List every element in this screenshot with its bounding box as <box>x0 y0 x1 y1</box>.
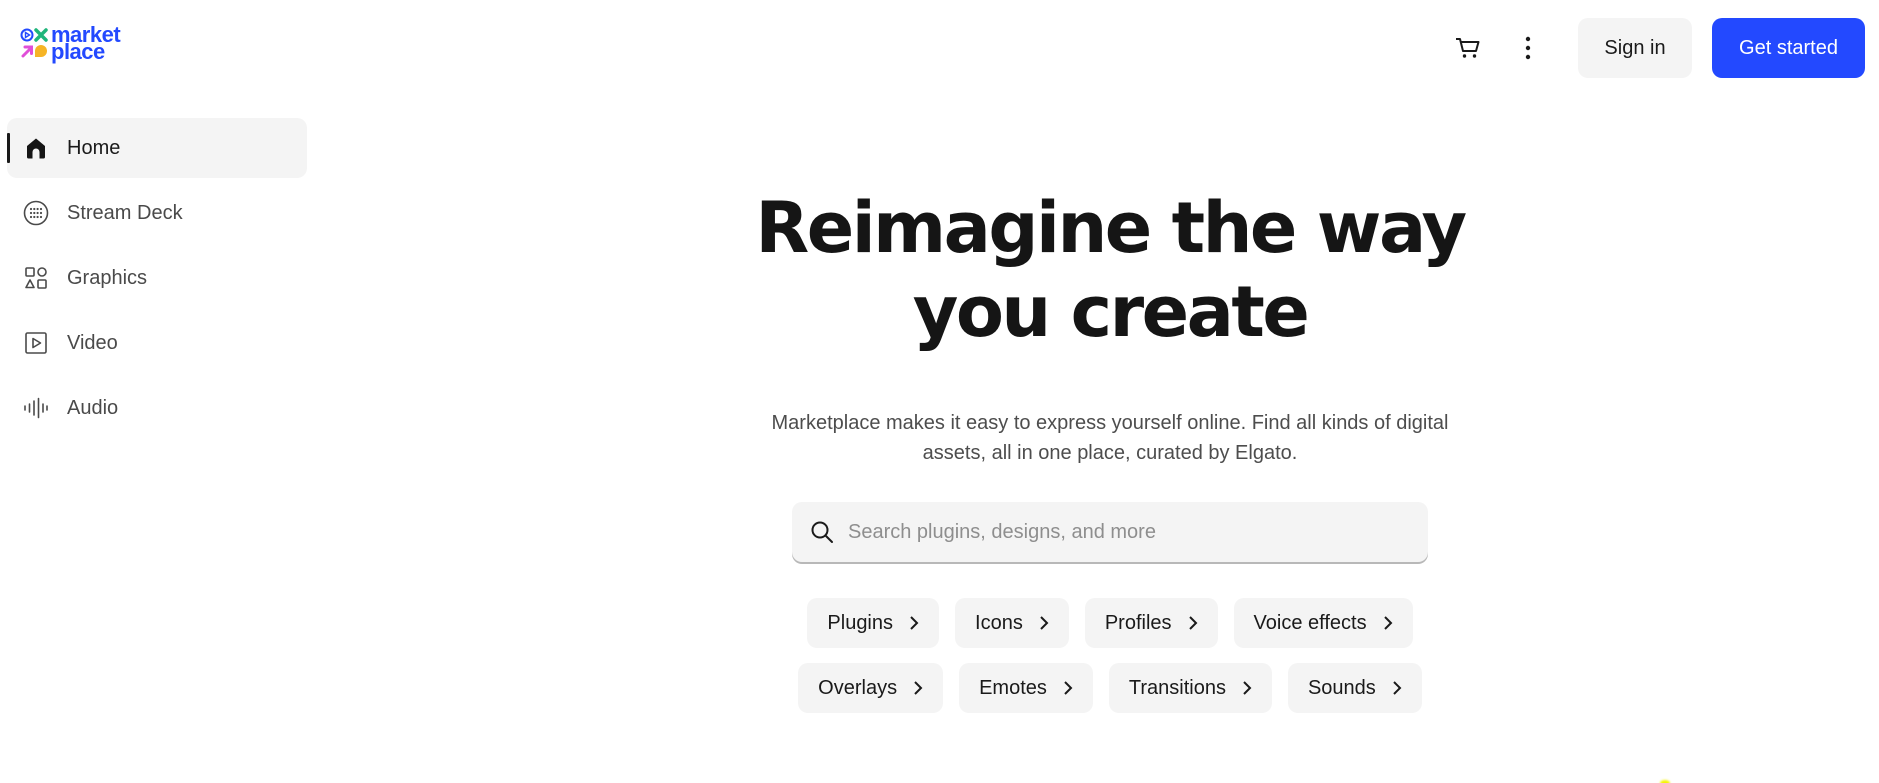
hero-title: Reimagine the way you create <box>700 186 1520 354</box>
category-chip-plugins[interactable]: Plugins <box>807 598 940 648</box>
sidebar-item-graphics[interactable]: Graphics <box>7 248 307 308</box>
chevron-right-icon <box>1063 680 1073 696</box>
chip-label: Overlays <box>818 676 898 699</box>
category-chip-profiles[interactable]: Profiles <box>1084 598 1218 648</box>
category-chips: Plugins Icons Profiles Voice effects Ove… <box>700 598 1520 713</box>
get-started-button[interactable]: Get started <box>1712 18 1865 78</box>
chevron-right-icon <box>913 680 923 696</box>
sidebar-item-video[interactable]: Video <box>7 313 307 373</box>
hero-section: Reimagine the way you create Marketplace… <box>700 186 1520 713</box>
cart-button[interactable] <box>1438 18 1498 78</box>
waveform-icon <box>23 395 49 421</box>
sign-in-button[interactable]: Sign in <box>1578 18 1692 78</box>
sidebar-item-stream-deck[interactable]: Stream Deck <box>7 183 307 243</box>
logo-mark-icon <box>20 27 48 59</box>
sidebar-nav: Home Stream Deck Graphics Video Audio <box>7 118 307 443</box>
chevron-right-icon <box>909 615 919 631</box>
marketplace-logo[interactable]: market place <box>20 24 121 64</box>
sidebar-item-label: Home <box>67 136 121 159</box>
play-icon <box>23 330 49 356</box>
category-chip-transitions[interactable]: Transitions <box>1108 663 1272 713</box>
chevron-right-icon <box>1039 615 1049 631</box>
sidebar-item-label: Audio <box>67 396 119 419</box>
category-chip-emotes[interactable]: Emotes <box>959 663 1093 713</box>
chip-label: Plugins <box>827 611 894 634</box>
category-row-2: Overlays Emotes Transitions Sounds <box>798 663 1422 713</box>
category-chip-voice-effects[interactable]: Voice effects <box>1233 598 1413 648</box>
cart-icon <box>1456 38 1480 58</box>
shapes-icon <box>23 265 49 291</box>
search-icon <box>811 521 833 543</box>
hero-title-line-1: Reimagine the way <box>755 187 1467 269</box>
hero-subtitle: Marketplace makes it easy to express you… <box>771 412 1449 464</box>
logo-line-2: place <box>51 39 105 64</box>
chip-label: Voice effects <box>1253 611 1367 634</box>
category-row-1: Plugins Icons Profiles Voice effects <box>807 598 1413 648</box>
category-chip-overlays[interactable]: Overlays <box>798 663 944 713</box>
chip-label: Emotes <box>979 676 1047 699</box>
more-options-button[interactable] <box>1498 18 1558 78</box>
home-icon <box>23 135 49 161</box>
header-actions: Sign in Get started <box>1438 18 1865 78</box>
category-chip-icons[interactable]: Icons <box>955 598 1069 648</box>
search-bar[interactable] <box>792 502 1428 562</box>
chip-label: Transitions <box>1128 676 1226 699</box>
chevron-right-icon <box>1392 680 1402 696</box>
category-chip-sounds[interactable]: Sounds <box>1287 663 1422 713</box>
search-input[interactable] <box>848 520 1428 544</box>
chip-label: Icons <box>975 611 1023 634</box>
stream-deck-icon <box>23 200 49 226</box>
sidebar-item-label: Video <box>67 331 118 354</box>
chevron-right-icon <box>1188 615 1198 631</box>
chevron-right-icon <box>1383 615 1393 631</box>
sidebar-item-label: Graphics <box>67 266 148 289</box>
sidebar-item-label: Stream Deck <box>67 201 183 224</box>
chip-label: Sounds <box>1307 676 1376 699</box>
hero-title-highlight: create <box>1070 271 1310 353</box>
more-vertical-icon <box>1525 36 1531 60</box>
chip-label: Profiles <box>1104 611 1172 634</box>
chevron-right-icon <box>1242 680 1252 696</box>
hero-title-prefix: you <box>912 271 1052 353</box>
sidebar-item-home[interactable]: Home <box>7 118 307 178</box>
sidebar-item-audio[interactable]: Audio <box>7 378 307 438</box>
logo-wordmark: market place <box>51 24 121 64</box>
